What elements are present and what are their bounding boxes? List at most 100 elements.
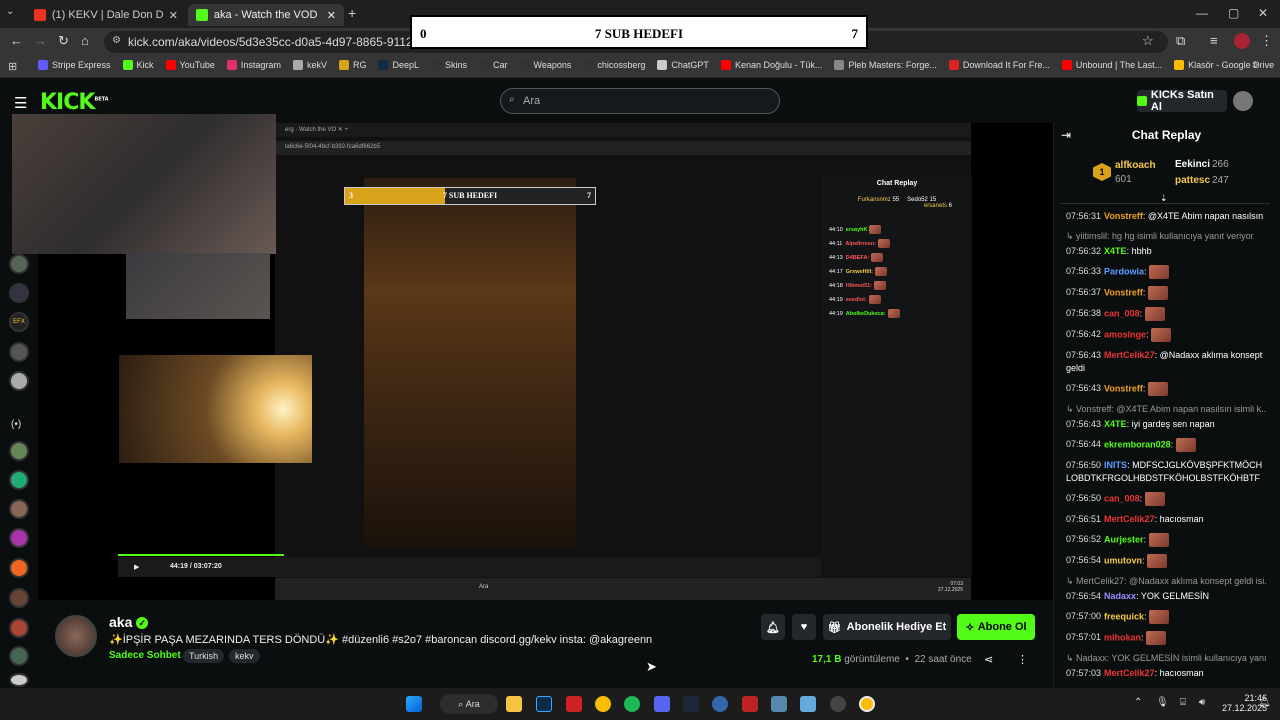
hamburger-menu-icon[interactable]: ☰	[14, 94, 27, 112]
new-tab-button[interactable]: +	[348, 5, 356, 21]
channel-name[interactable]: aka ✓	[109, 614, 149, 630]
maximize-button[interactable]: ▢	[1228, 6, 1239, 20]
message-user[interactable]: MertCelik27	[1104, 350, 1155, 360]
bookmark-item[interactable]: Unbound | The Last...	[1061, 60, 1162, 70]
chrome-icon[interactable]	[595, 696, 611, 712]
channel-avatar[interactable]	[9, 254, 29, 274]
channel-avatar[interactable]	[9, 558, 29, 578]
message-user[interactable]: MertCelik27	[1104, 668, 1155, 678]
channel-avatar[interactable]	[9, 470, 29, 490]
bookmark-item[interactable]: Weapons	[519, 60, 571, 70]
discord-icon[interactable]	[654, 696, 670, 712]
tab-youtube[interactable]: (1) KEKV | Dale Don Dale - YouT ✕	[26, 4, 186, 26]
obs-icon[interactable]	[830, 696, 846, 712]
bookmark-item[interactable]: Klasör - Google Drive	[1174, 60, 1274, 70]
message-user[interactable]: ekremboran028	[1104, 439, 1171, 449]
more-bookmarks-icon[interactable]: »	[1252, 59, 1258, 71]
bookmark-item[interactable]: YouTube	[165, 60, 215, 70]
message-user[interactable]: X4TE	[1104, 246, 1127, 256]
bookmark-item[interactable]: Car	[479, 60, 508, 70]
bookmark-item[interactable]: chicossberg	[583, 60, 645, 70]
message-user[interactable]: freequick	[1104, 611, 1144, 621]
app-icon[interactable]	[771, 696, 787, 712]
bookmark-item[interactable]: Kick	[122, 60, 154, 70]
bookmark-item[interactable]: DeepL	[378, 60, 419, 70]
site-info-icon[interactable]: ⚙	[112, 35, 121, 46]
bookmark-item[interactable]: kekV	[292, 60, 327, 70]
tab-close-icon[interactable]: ✕	[327, 9, 336, 22]
extensions-icon[interactable]: ⧉	[1176, 33, 1185, 49]
bookmark-item[interactable]: Download It For Fre...	[948, 60, 1050, 70]
message-user[interactable]: can_008	[1104, 308, 1140, 318]
minimize-button[interactable]: —	[1196, 6, 1208, 20]
kick-logo[interactable]: KICKBETA	[40, 90, 109, 115]
channel-avatar[interactable]	[9, 673, 29, 687]
bookmark-item[interactable]: Pleb Masters: Forge...	[834, 60, 937, 70]
channel-avatar[interactable]	[9, 342, 29, 362]
message-user[interactable]: can_008	[1104, 493, 1140, 503]
spotify-icon[interactable]	[624, 696, 640, 712]
subscribe-button[interactable]: ✧ Abone Ol	[957, 614, 1035, 640]
channel-avatar[interactable]	[9, 588, 29, 608]
apps-grid-icon[interactable]: ⊞	[8, 60, 17, 73]
tag-turkish[interactable]: Turkish	[183, 649, 225, 663]
microphone-icon[interactable]: 🎙︎	[1156, 697, 1169, 708]
share-icon[interactable]: ⋖	[984, 653, 993, 666]
message-user[interactable]: mlhokan	[1104, 632, 1141, 642]
menu-icon[interactable]: ⋮	[1260, 33, 1273, 49]
bookmark-item[interactable]: Skins	[431, 60, 467, 70]
message-user[interactable]: Vonstreff	[1104, 287, 1143, 297]
leader-name[interactable]: pattesc	[1175, 175, 1210, 186]
message-user[interactable]: Nadaxx	[1104, 591, 1136, 601]
chrome-active-icon[interactable]	[859, 696, 875, 712]
bookmark-item[interactable]: Stripe Express	[38, 60, 111, 70]
file-explorer-icon[interactable]	[506, 696, 522, 712]
leader-name[interactable]: alfkoach	[1115, 160, 1156, 171]
filezilla-icon[interactable]	[566, 696, 582, 712]
bookmark-item[interactable]: RG	[338, 60, 366, 70]
notifications-icon[interactable]: 🔔︎	[1258, 697, 1271, 708]
leader-name[interactable]: Eekinci	[1175, 159, 1210, 170]
more-options-icon[interactable]: ⋮	[1017, 653, 1028, 666]
home-icon[interactable]: ⌂	[81, 33, 89, 48]
channel-avatar[interactable]	[9, 528, 29, 548]
back-icon[interactable]: ←	[10, 33, 23, 48]
category-link[interactable]: Sadece Sohbet	[109, 650, 181, 661]
bookmark-item[interactable]: ChatGPT	[657, 60, 709, 70]
start-icon[interactable]	[406, 696, 422, 712]
close-window-button[interactable]: ✕	[1258, 6, 1268, 20]
search-input[interactable]: ⌕ Ara	[500, 88, 780, 114]
message-user[interactable]: MertCelik27	[1104, 514, 1155, 524]
bookmark-star-icon[interactable]: ☆	[1142, 33, 1154, 49]
bookmark-item[interactable]: Instagram	[226, 60, 281, 70]
forward-icon[interactable]: →	[34, 33, 47, 48]
message-user[interactable]: Pardowia	[1104, 266, 1144, 276]
channel-avatar[interactable]	[9, 646, 29, 666]
buy-kicks-button[interactable]: KICKs Satın Al	[1137, 89, 1227, 113]
tag-kekv[interactable]: kekv	[229, 649, 260, 663]
message-user[interactable]: amosinge	[1104, 329, 1146, 339]
tab-kick[interactable]: aka - Watch the VOD on Ki ✕	[188, 4, 344, 26]
network-icon[interactable]: ⌸	[1180, 697, 1186, 708]
message-user[interactable]: X4TE	[1104, 419, 1127, 429]
channel-avatar[interactable]	[9, 499, 29, 519]
user-avatar[interactable]	[1233, 91, 1253, 111]
volume-icon[interactable]: 🔊︎	[1199, 697, 1205, 708]
tray-overflow-icon[interactable]: ⌃	[1134, 697, 1142, 708]
steam-icon[interactable]	[683, 696, 699, 712]
gift-sub-button[interactable]: 🎁︎ Abonelik Hediye Et	[823, 614, 951, 640]
channel-avatar[interactable]	[9, 371, 29, 391]
message-user[interactable]: Vonstreff	[1104, 383, 1143, 393]
channel-avatar[interactable]	[9, 283, 29, 303]
follow-heart-button[interactable]: ♥	[792, 614, 816, 640]
message-user[interactable]: INITS	[1104, 460, 1127, 470]
channel-avatar[interactable]	[9, 618, 29, 638]
channel-avatar-efx[interactable]: EFX	[9, 312, 29, 332]
channel-avatar-large[interactable]	[55, 615, 97, 657]
profile-avatar[interactable]	[1234, 33, 1250, 49]
edge-icon[interactable]	[712, 696, 728, 712]
message-user[interactable]: Vonstreff	[1104, 211, 1143, 221]
message-user[interactable]: umutovn	[1104, 555, 1142, 565]
app-icon[interactable]	[742, 696, 758, 712]
message-user[interactable]: Aurjester	[1104, 534, 1144, 544]
